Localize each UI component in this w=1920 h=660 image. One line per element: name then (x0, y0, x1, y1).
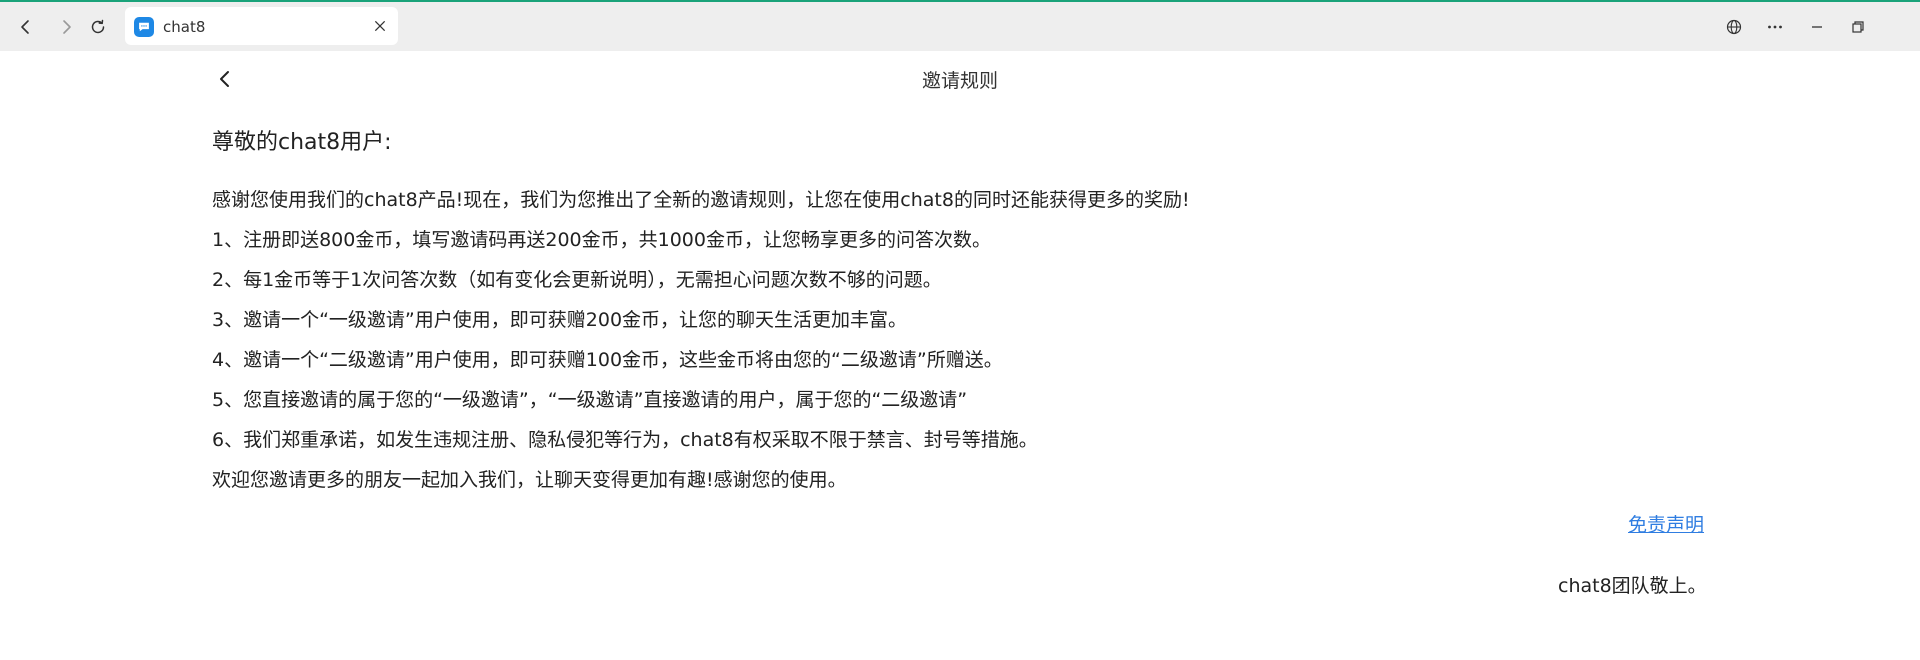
rule-item-4: 4、邀请一个“二级邀请”用户使用，即可获赠100金币，这些金币将由您的“二级邀请… (212, 349, 1003, 371)
close-icon (374, 20, 386, 32)
disclaimer-link[interactable]: 免责声明 (1628, 510, 1704, 537)
browser-reload-button[interactable] (84, 13, 112, 41)
rule-item-6: 6、我们郑重承诺，如发生违规注册、隐私侵犯等行为，chat8有权采取不限于禁言、… (212, 429, 1038, 451)
tab-title: chat8 (163, 18, 206, 36)
rule-item-1: 1、注册即送800金币，填写邀请码再送200金币，共1000金币，让您畅享更多的… (212, 229, 991, 251)
rule-item-2: 2、每1金币等于1次问答次数（如有变化会更新说明），无需担心问题次数不够的问题。 (212, 269, 942, 291)
restore-icon (1852, 21, 1864, 33)
chat-app-favicon-icon (134, 17, 154, 37)
paragraph-intro: 感谢您使用我们的chat8产品!现在，我们为您推出了全新的邀请规则，让您在使用c… (212, 189, 1190, 211)
language-button[interactable] (1722, 15, 1746, 39)
signature: chat8团队敬上。 (1558, 575, 1707, 597)
more-dots-icon (1768, 25, 1782, 29)
tab-close-button[interactable] (371, 17, 389, 35)
page-title-text: 邀请规则 (921, 70, 998, 92)
rule-item-5: 5、您直接邀请的属于您的“一级邀请”，“一级邀请”直接邀请的用户，属于您的“二级… (212, 389, 968, 411)
globe-icon (1726, 19, 1742, 35)
minimize-button[interactable] (1805, 15, 1829, 39)
reload-icon (91, 19, 105, 34)
rule-item-3: 3、邀请一个“一级邀请”用户使用，即可获赠200金币，让您的聊天生活更加丰富。 (212, 309, 908, 331)
forward-arrow-icon (63, 20, 71, 34)
browser-tab[interactable]: chat8 (125, 7, 398, 45)
greeting: 尊敬的chat8用户: (212, 130, 392, 155)
browser-back-button[interactable] (12, 13, 40, 41)
more-options-button[interactable] (1763, 15, 1787, 39)
rules-content: 尊敬的chat8用户: 感谢您使用我们的chat8产品!现在，我们为您推出了全新… (212, 128, 1712, 500)
back-arrow-icon (21, 20, 29, 34)
paragraph-closing: 欢迎您邀请更多的朋友一起加入我们，让聊天变得更加有趣!感谢您的使用。 (212, 469, 847, 491)
browser-toolbar: chat8 (0, 0, 1920, 51)
minimize-icon (1812, 26, 1822, 28)
page-title: 邀请规则 (0, 66, 1920, 93)
restore-button[interactable] (1846, 15, 1870, 39)
browser-forward-button[interactable] (52, 13, 80, 41)
